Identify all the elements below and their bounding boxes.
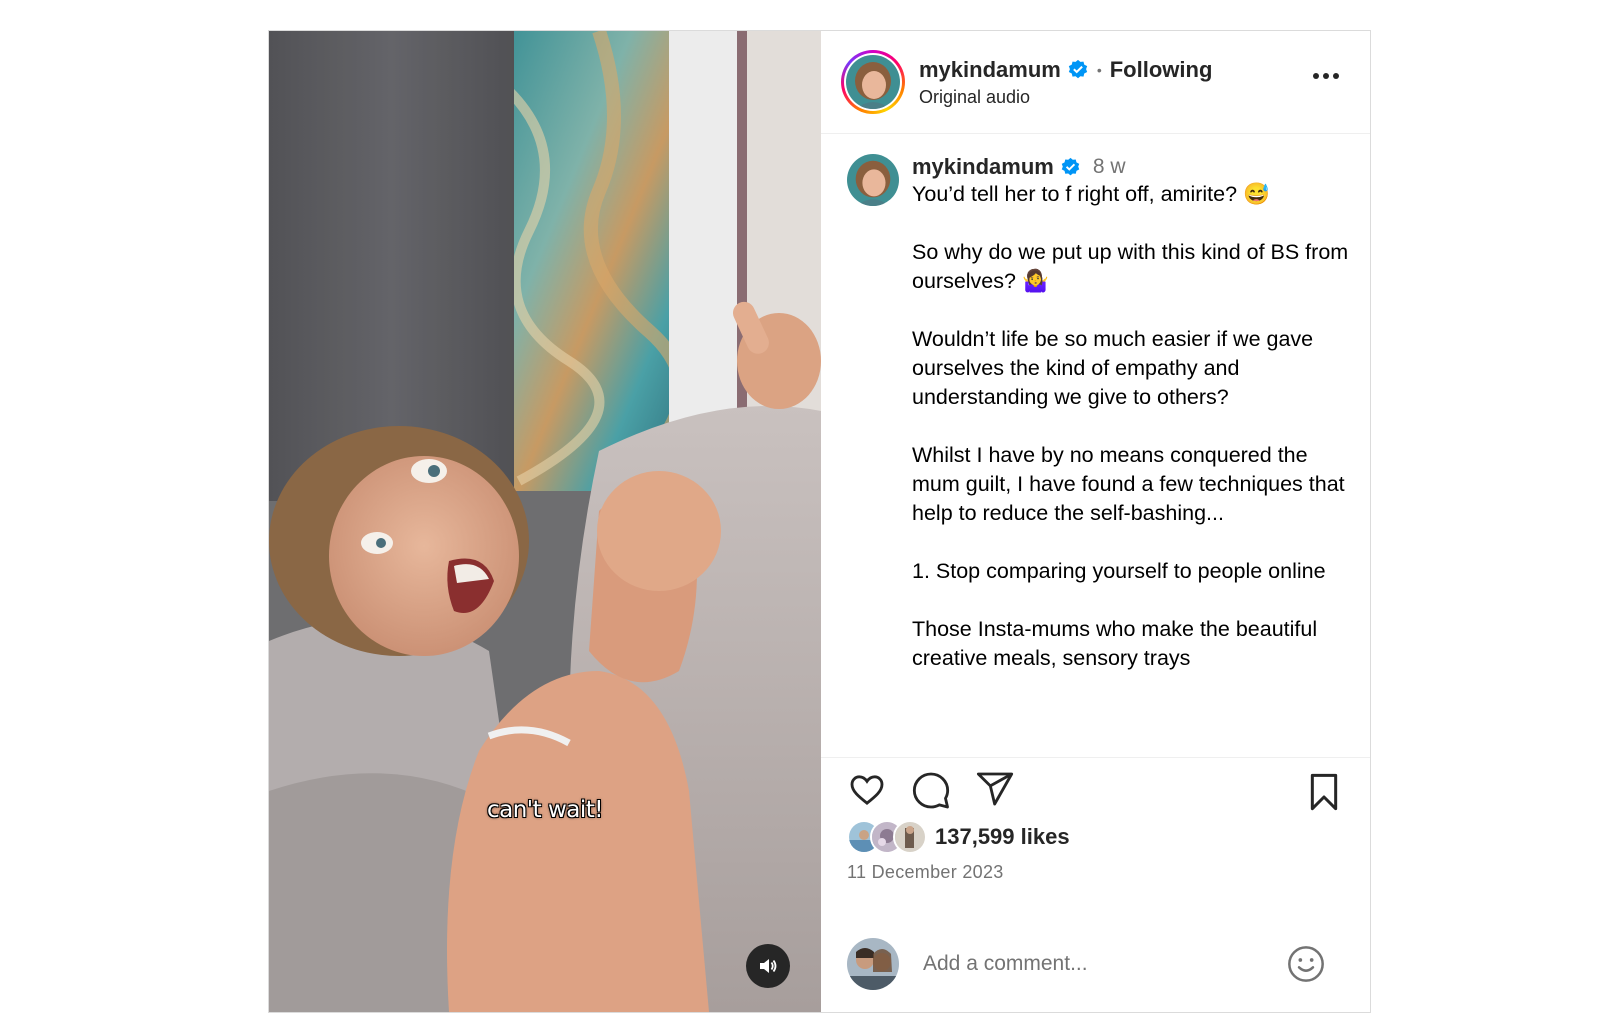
comment-input[interactable] xyxy=(921,951,1286,977)
heart-icon xyxy=(850,775,884,805)
comment-bar xyxy=(821,934,1370,994)
more-options-button[interactable] xyxy=(1312,67,1340,85)
instagram-post: can't wait! mykindamum • Following Origi… xyxy=(268,30,1371,1013)
caption-paragraph: Whilst I have by no means conquered the … xyxy=(912,443,1345,525)
separator-dot: • xyxy=(1096,61,1102,78)
post-header: mykindamum • Following Original audio xyxy=(821,31,1370,134)
bookmark-icon xyxy=(1310,773,1338,811)
smiley-icon xyxy=(1288,946,1324,982)
action-bar xyxy=(821,758,1370,820)
user-avatar xyxy=(847,938,899,990)
like-button[interactable] xyxy=(847,769,887,809)
comment-icon xyxy=(912,772,950,809)
following-button[interactable]: Following xyxy=(1110,57,1213,83)
audio-label[interactable]: Original audio xyxy=(919,87,1212,108)
video-frame xyxy=(269,31,821,1012)
post-time-ago[interactable]: 8 w xyxy=(1093,155,1126,179)
liked-by-avatars[interactable] xyxy=(847,820,927,854)
caption-text: mykindamum 8 w You’d tell her to f right… xyxy=(912,154,1350,757)
verified-badge-icon xyxy=(1067,59,1089,81)
caption-paragraph: You’d tell her to f right off, amirite? … xyxy=(912,182,1270,206)
share-button[interactable] xyxy=(975,769,1015,809)
likes-row: 137,599 likes xyxy=(821,820,1370,854)
save-button[interactable] xyxy=(1306,772,1342,817)
post-details-panel: mykindamum • Following Original audio my… xyxy=(821,31,1370,1012)
avatar xyxy=(893,820,927,854)
video-caption-overlay: can't wait! xyxy=(486,797,604,823)
caption-paragraph: Those Insta-mums who make the beautiful … xyxy=(912,617,1318,670)
share-icon xyxy=(976,772,1014,806)
caption-avatar[interactable] xyxy=(847,154,899,206)
mute-toggle-button[interactable] xyxy=(746,944,790,988)
post-date[interactable]: 11 December 2023 xyxy=(821,862,1370,883)
more-icon xyxy=(1313,73,1339,79)
post-video[interactable]: can't wait! xyxy=(269,31,821,1012)
header-username[interactable]: mykindamum xyxy=(919,57,1061,83)
comment-button[interactable] xyxy=(911,769,951,809)
caption-section: mykindamum 8 w You’d tell her to f right… xyxy=(821,134,1370,758)
caption-paragraph: So why do we put up with this kind of BS… xyxy=(912,240,1349,293)
emoji-picker-button[interactable] xyxy=(1286,944,1326,984)
caption-paragraph: 1. Stop comparing yourself to people onl… xyxy=(912,559,1326,583)
speaker-icon xyxy=(760,959,777,973)
likes-count[interactable]: 137,599 likes xyxy=(935,824,1070,850)
caption-username[interactable]: mykindamum xyxy=(912,154,1054,180)
story-ring[interactable] xyxy=(841,50,905,114)
avatar xyxy=(846,55,900,109)
caption-paragraph: Wouldn’t life be so much easier if we ga… xyxy=(912,327,1314,409)
verified-badge-icon xyxy=(1060,157,1081,178)
